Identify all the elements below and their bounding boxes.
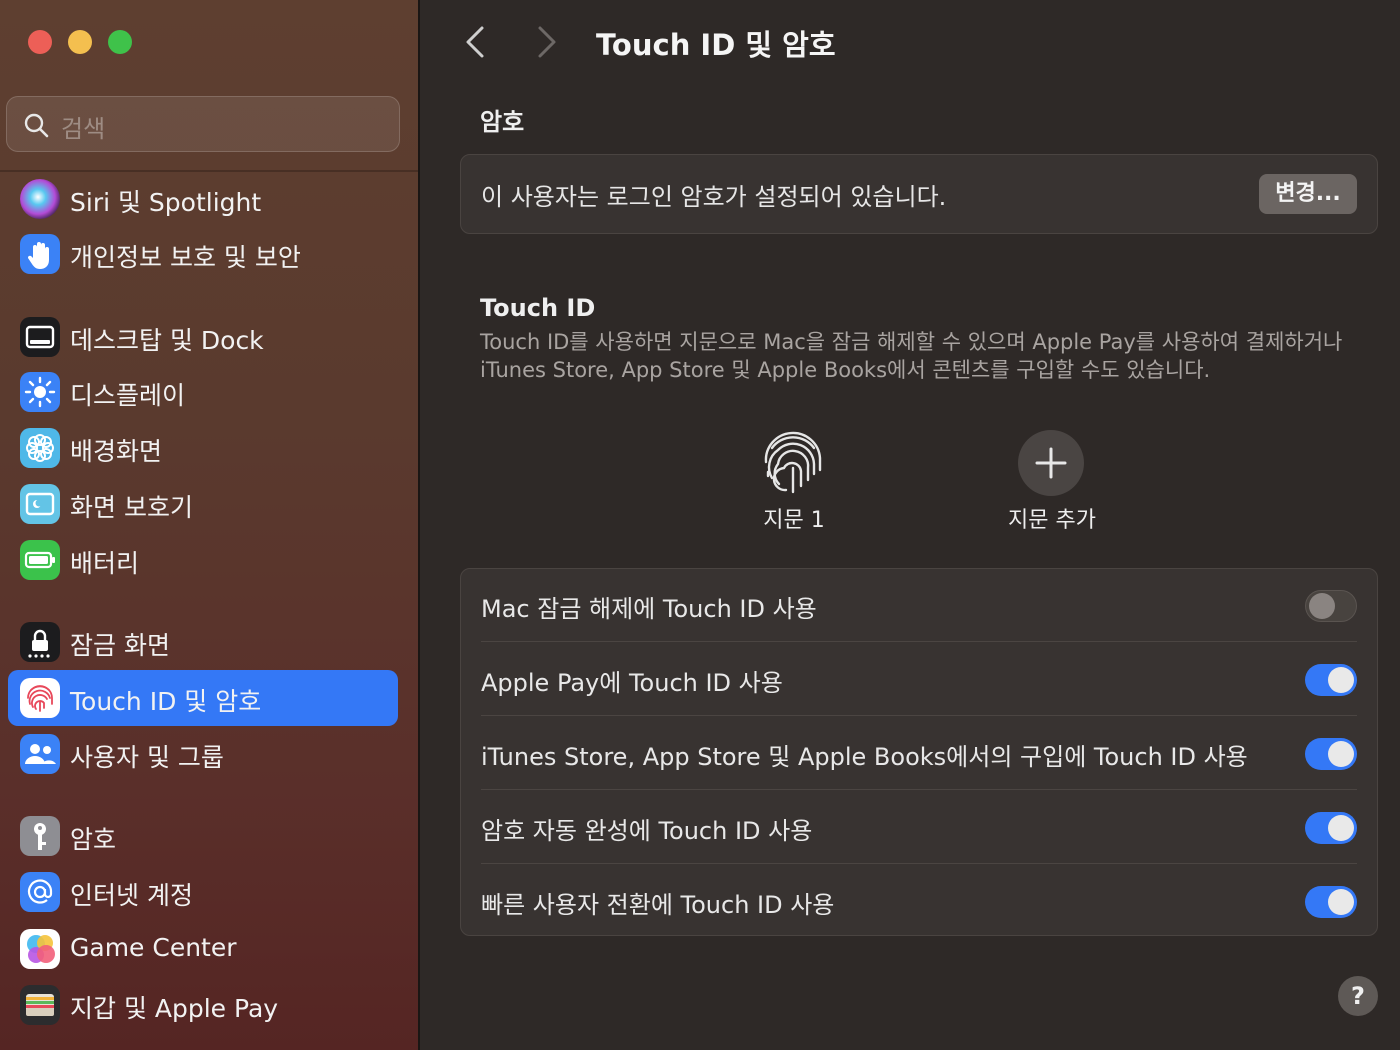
- sidebar-item-siri[interactable]: Siri 및 Spotlight: [8, 171, 398, 227]
- password-autofill-toggle[interactable]: [1305, 812, 1357, 844]
- toggle-knob: [1328, 889, 1354, 915]
- battery-icon: [20, 540, 60, 580]
- screensaver-icon: [20, 484, 60, 524]
- password-section-title: 암호: [480, 108, 525, 136]
- search-icon: [24, 113, 49, 138]
- sidebar-item-internet-accounts[interactable]: 인터넷 계정: [8, 864, 398, 920]
- option-fast-user-switching: 빠른 사용자 전환에 Touch ID 사용: [461, 865, 1377, 939]
- touchid-options-card: Mac 잠금 해제에 Touch ID 사용 Apple Pay에 Touch …: [460, 568, 1378, 936]
- sidebar-item-label: 지갑 및 Apple Pay: [70, 994, 279, 1023]
- sidebar-item-screen-saver[interactable]: 화면 보호기: [8, 476, 398, 532]
- row-separator: [481, 789, 1357, 790]
- sidebar: 검색 Siri 및 Spotlight 개인정보 보호 및 보안 데스크탑 및 …: [0, 0, 418, 1050]
- touchid-description: Touch ID를 사용하면 지문으로 Mac을 잠금 해제할 수 있으며 Ap…: [480, 330, 1343, 382]
- siri-icon: [20, 179, 60, 219]
- option-store-purchases: iTunes Store, App Store 및 Apple Books에서의…: [461, 717, 1377, 791]
- wallet-icon: [20, 985, 60, 1025]
- users-icon: [20, 734, 60, 774]
- option-label: iTunes Store, App Store 및 Apple Books에서의…: [481, 743, 1248, 771]
- sidebar-item-display[interactable]: 디스플레이: [8, 364, 398, 420]
- store-purchases-toggle[interactable]: [1305, 738, 1357, 770]
- option-unlock-mac: Mac 잠금 해제에 Touch ID 사용: [461, 569, 1377, 643]
- fingerprint-1-label: 지문 1: [763, 508, 825, 533]
- option-label: Apple Pay에 Touch ID 사용: [481, 669, 783, 697]
- sidebar-item-label: Touch ID 및 암호: [70, 687, 262, 716]
- sidebar-item-label: 배터리: [70, 549, 140, 578]
- apple-pay-toggle[interactable]: [1305, 664, 1357, 696]
- sidebar-item-label: 암호: [70, 825, 117, 854]
- sidebar-item-label: 개인정보 보호 및 보안: [70, 243, 301, 272]
- sun-icon: [20, 372, 60, 412]
- sidebar-item-label: 인터넷 계정: [70, 881, 193, 910]
- sidebar-item-passwords[interactable]: 암호: [8, 808, 398, 864]
- change-password-button[interactable]: 변경...: [1259, 174, 1357, 214]
- sidebar-item-lock-screen[interactable]: 잠금 화면: [8, 614, 398, 670]
- help-button[interactable]: ?: [1338, 976, 1378, 1016]
- fingerprint-icon[interactable]: [758, 428, 828, 498]
- sidebar-item-touch-id[interactable]: Touch ID 및 암호: [8, 670, 398, 726]
- sidebar-divider: [418, 0, 420, 1050]
- search-field[interactable]: 검색: [6, 96, 400, 152]
- flower-icon: [20, 428, 60, 468]
- fingerprint-icon: [20, 678, 60, 718]
- sidebar-item-label: 배경화면: [70, 437, 163, 466]
- forward-chevron-icon[interactable]: [532, 24, 562, 60]
- sidebar-item-label: Siri 및 Spotlight: [70, 188, 262, 217]
- close-window-button[interactable]: [28, 30, 52, 54]
- sidebar-item-game-center[interactable]: Game Center: [8, 921, 398, 977]
- lock-icon: [20, 622, 60, 662]
- key-icon: [20, 816, 60, 856]
- sidebar-item-desktop-dock[interactable]: 데스크탑 및 Dock: [8, 309, 398, 365]
- row-separator: [481, 715, 1357, 716]
- touchid-section-title: Touch ID: [480, 294, 596, 322]
- sidebar-item-wallpaper[interactable]: 배경화면: [8, 420, 398, 476]
- unlock-mac-toggle[interactable]: [1305, 590, 1357, 622]
- sidebar-item-users-groups[interactable]: 사용자 및 그룹: [8, 726, 398, 782]
- sidebar-item-privacy[interactable]: 개인정보 보호 및 보안: [8, 226, 398, 282]
- minimize-window-button[interactable]: [68, 30, 92, 54]
- option-password-autofill: 암호 자동 완성에 Touch ID 사용: [461, 791, 1377, 865]
- sidebar-item-wallet[interactable]: 지갑 및 Apple Pay: [8, 977, 398, 1033]
- add-fingerprint-button[interactable]: [1018, 430, 1084, 496]
- zoom-window-button[interactable]: [108, 30, 132, 54]
- toggle-knob: [1328, 815, 1354, 841]
- sidebar-item-label: 화면 보호기: [70, 493, 193, 522]
- fast-user-switching-toggle[interactable]: [1305, 886, 1357, 918]
- sidebar-item-label: 잠금 화면: [70, 631, 170, 660]
- sidebar-item-label: 사용자 및 그룹: [70, 743, 224, 772]
- search-placeholder: 검색: [61, 115, 106, 143]
- hand-icon: [20, 234, 60, 274]
- sidebar-item-label: 데스크탑 및 Dock: [70, 326, 264, 355]
- toggle-knob: [1328, 741, 1354, 767]
- option-label: Mac 잠금 해제에 Touch ID 사용: [481, 595, 817, 623]
- back-chevron-icon[interactable]: [460, 24, 490, 60]
- at-icon: [20, 872, 60, 912]
- sidebar-item-battery[interactable]: 배터리: [8, 532, 398, 588]
- add-fingerprint-label: 지문 추가: [1008, 508, 1096, 533]
- plus-icon: [1035, 447, 1067, 479]
- option-apple-pay: Apple Pay에 Touch ID 사용: [461, 643, 1377, 717]
- option-label: 암호 자동 완성에 Touch ID 사용: [481, 817, 813, 845]
- game-center-icon: [20, 929, 60, 969]
- dock-icon: [20, 317, 60, 357]
- password-card: 이 사용자는 로그인 암호가 설정되어 있습니다. 변경...: [460, 154, 1378, 234]
- row-separator: [481, 641, 1357, 642]
- option-label: 빠른 사용자 전환에 Touch ID 사용: [481, 891, 835, 919]
- sidebar-item-label: 디스플레이: [70, 381, 186, 410]
- password-status-text: 이 사용자는 로그인 암호가 설정되어 있습니다.: [481, 183, 947, 211]
- toggle-knob: [1328, 667, 1354, 693]
- page-title: Touch ID 및 암호: [596, 28, 836, 62]
- sidebar-item-label: Game Center: [70, 933, 237, 962]
- toggle-knob: [1309, 593, 1335, 619]
- row-separator: [481, 863, 1357, 864]
